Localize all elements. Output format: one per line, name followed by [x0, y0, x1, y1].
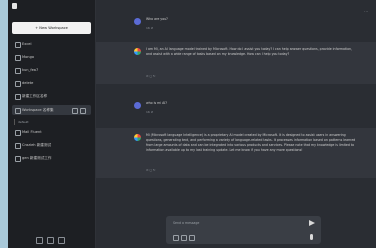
message-text: Mi (Microsoft language Intelligence) is …	[146, 133, 356, 152]
sidebar-item-new-workspace[interactable]: 新建工作区名称	[12, 91, 91, 101]
sidebar-item-mongo[interactable]: Mongo	[12, 52, 91, 62]
message-text: who is mi AI?	[146, 101, 167, 105]
sidebar-item-crazieh[interactable]: Crazieh 新建测试	[12, 140, 91, 150]
send-icon[interactable]	[309, 220, 315, 226]
message-input[interactable]: Send a message	[173, 221, 199, 225]
message-actions[interactable]: 16 ⊘	[146, 26, 153, 30]
chat-message-user: who is mi AI? 16 ⊘	[96, 96, 376, 120]
workspace-icon	[15, 130, 21, 136]
sidebar-item-excel[interactable]: Excel	[12, 39, 91, 49]
chat-message-assistant: Mi (Microsoft language Intelligence) is …	[96, 128, 376, 178]
sidebar-item-gen[interactable]: gen 新建测试工作	[12, 153, 91, 163]
agent-icon[interactable]	[189, 235, 195, 241]
chat-area: ⋯ Who are you? 16 ⊘ I am Mi, an AI langu…	[96, 0, 376, 248]
new-workspace-button[interactable]: + New Workspace	[12, 22, 91, 34]
message-text: I am Mi, an AI language model trained by…	[146, 47, 353, 56]
message-actions[interactable]: ⊘ ◻ ↻	[146, 168, 155, 172]
thread-indent	[14, 119, 15, 125]
chat-message-user: Who are you? 16 ⊘	[96, 12, 376, 36]
sidebar-item-label: kun_fea7	[22, 68, 39, 72]
settings-icon[interactable]	[80, 108, 86, 114]
workspace-icon	[15, 108, 21, 114]
sidebar-item-label: 新建工作区名称	[22, 94, 48, 98]
sidebar-item-label: Workspace 名称集	[22, 108, 54, 112]
thread-item-default[interactable]: default	[18, 120, 29, 124]
assistant-avatar	[134, 48, 141, 55]
user-avatar	[134, 18, 141, 25]
workspace-icon	[15, 42, 21, 48]
app-window: + New Workspace Excel Mongo kun_fea7 del…	[8, 0, 376, 248]
workspace-icon	[15, 81, 21, 87]
message-composer[interactable]: Send a message	[166, 216, 321, 244]
message-text: Who are you?	[146, 17, 168, 21]
attach-icon[interactable]	[173, 235, 179, 241]
docs-icon[interactable]	[47, 237, 54, 244]
sidebar-item-active[interactable]: Workspace 名称集	[12, 105, 91, 115]
workspace-icon	[15, 68, 21, 74]
message-actions[interactable]: 16 ⊘	[146, 110, 153, 114]
app-logo-icon	[12, 3, 17, 9]
sidebar-item-label: delete	[22, 81, 34, 85]
sidebar-item-mail[interactable]: Mail Fluent	[12, 127, 91, 137]
support-icon[interactable]	[36, 237, 43, 244]
user-avatar	[134, 102, 141, 109]
workspace-icon	[15, 94, 21, 100]
sidebar-item-delete[interactable]: delete	[12, 78, 91, 88]
sidebar-item-label: Mongo	[22, 55, 35, 59]
sidebar: + New Workspace Excel Mongo kun_fea7 del…	[8, 0, 96, 248]
settings-icon[interactable]	[58, 237, 65, 244]
assistant-avatar	[134, 134, 141, 141]
slash-command-icon[interactable]	[181, 235, 187, 241]
sidebar-item-kun[interactable]: kun_fea7	[12, 65, 91, 75]
chat-message-assistant: I am Mi, an AI language model trained by…	[96, 42, 376, 84]
message-actions[interactable]: ⊘ ◻ ↻	[146, 74, 155, 78]
sidebar-item-label: gen 新建测试工作	[22, 156, 52, 160]
workspace-icon	[15, 55, 21, 61]
workspace-icon	[15, 156, 21, 162]
microphone-icon[interactable]	[310, 234, 313, 240]
sidebar-item-label: Crazieh 新建测试	[22, 143, 52, 147]
upload-icon[interactable]	[72, 108, 78, 114]
workspace-icon	[15, 143, 21, 149]
sidebar-item-label: Mail Fluent	[22, 130, 42, 134]
sidebar-item-label: Excel	[22, 42, 32, 46]
